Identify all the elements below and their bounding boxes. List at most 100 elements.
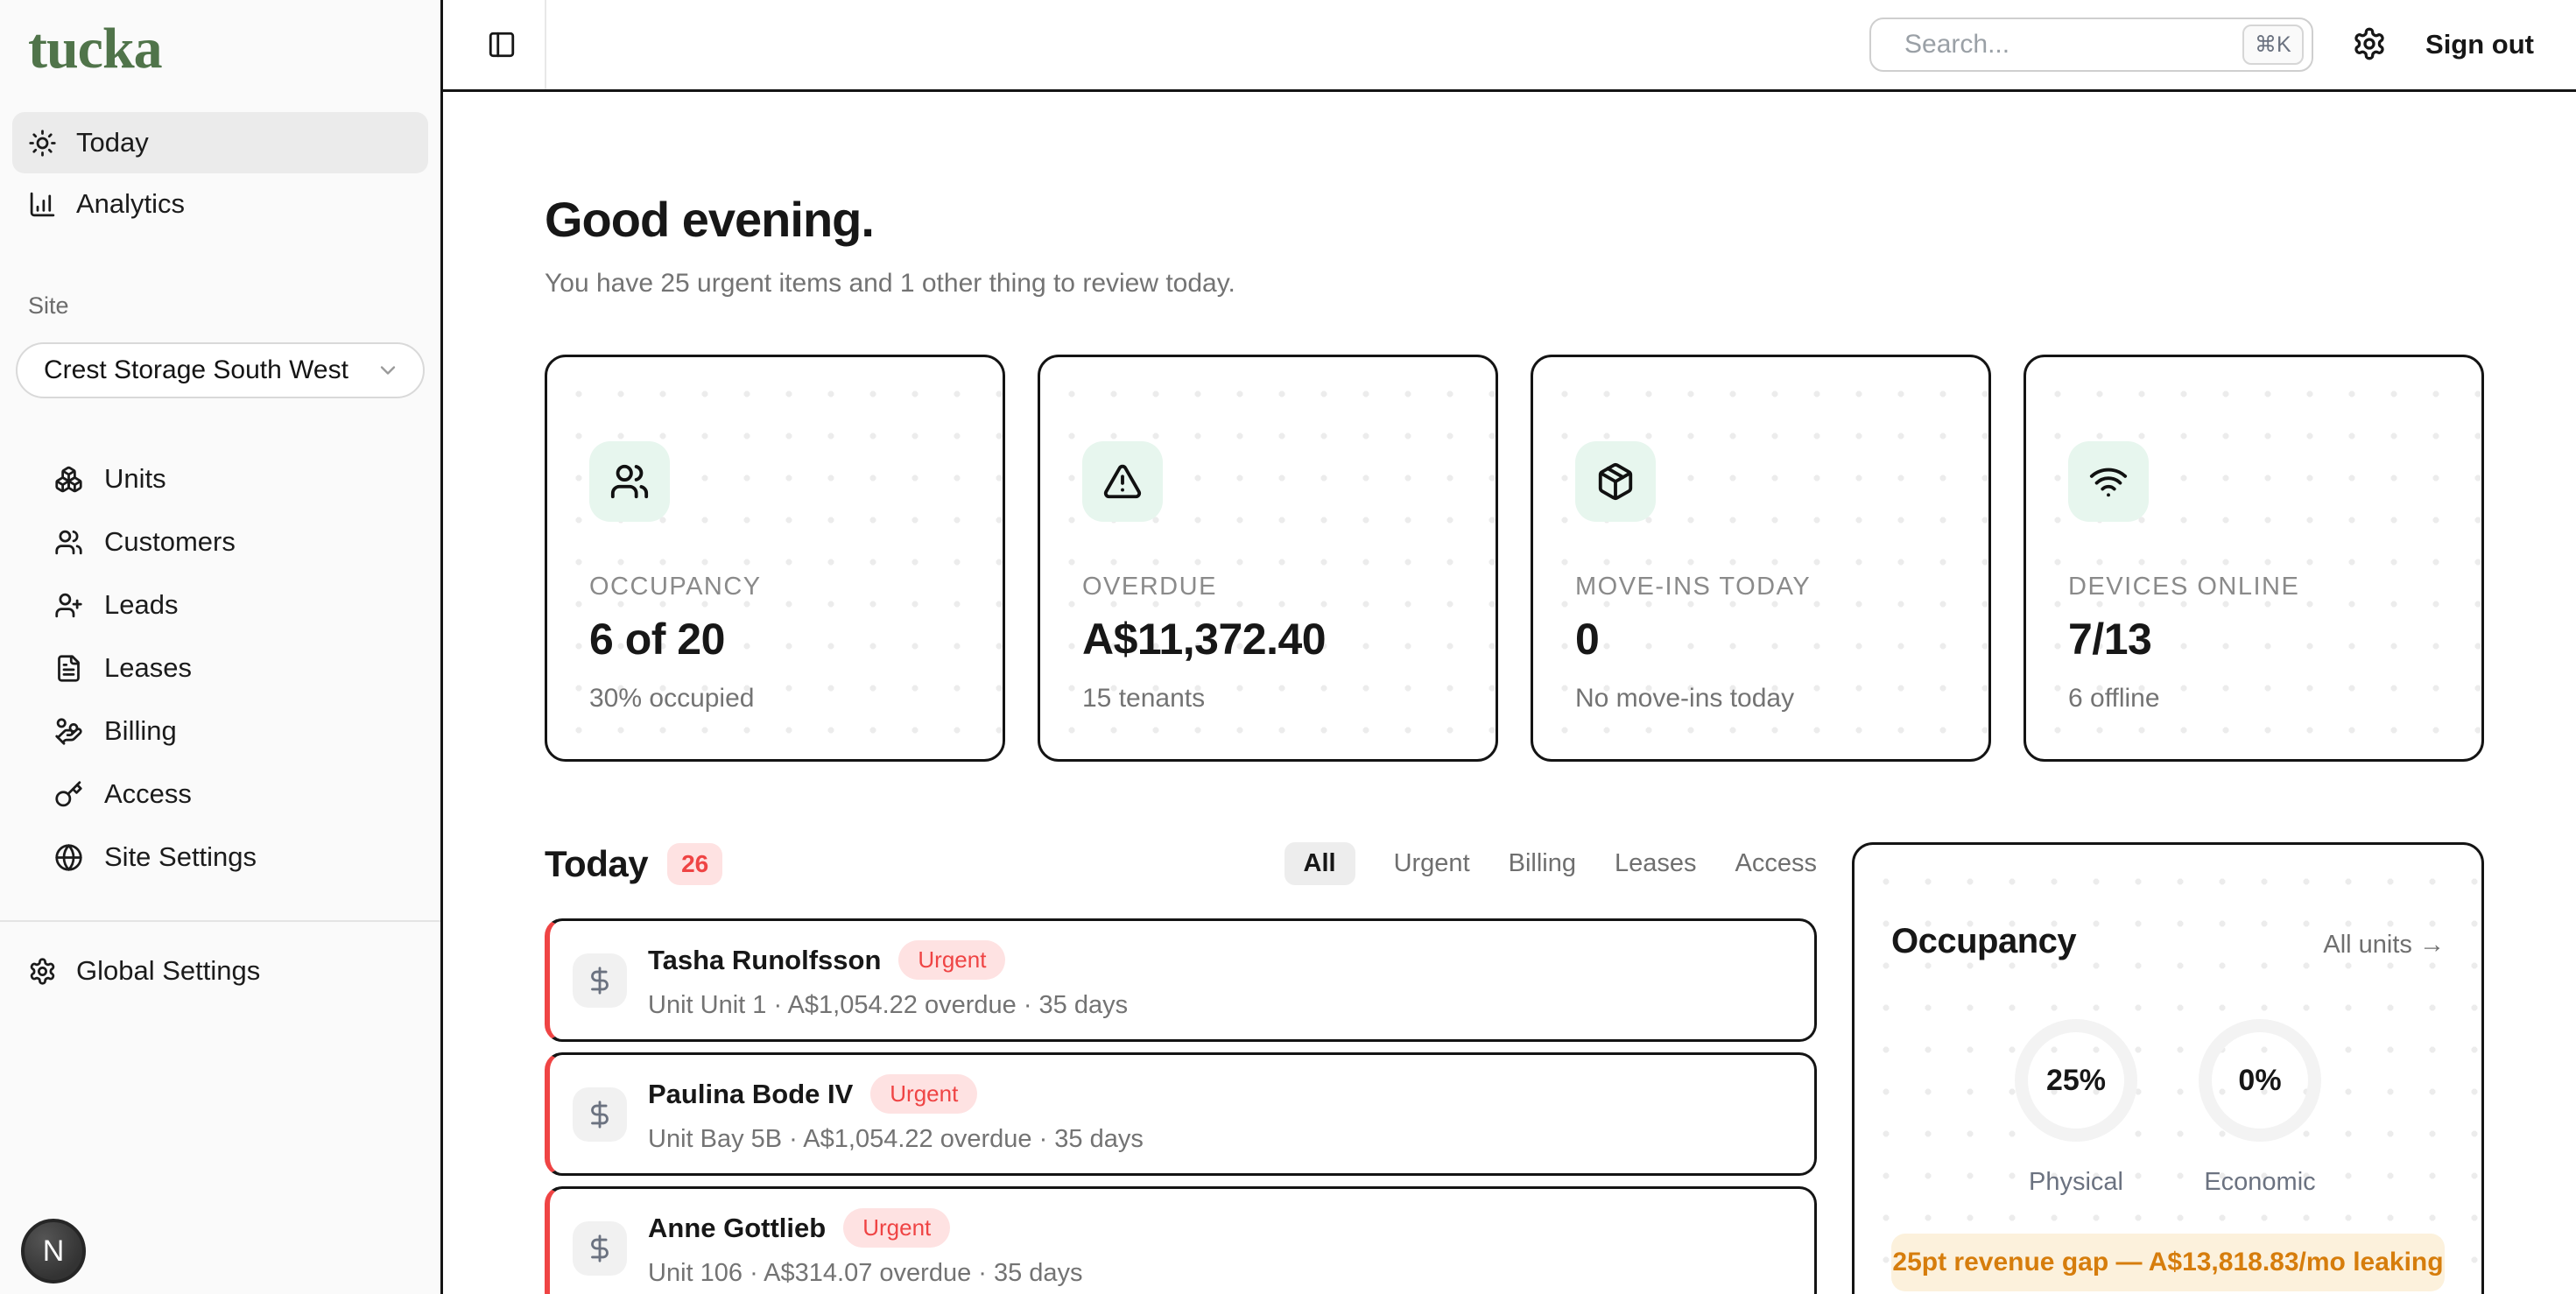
topbar-divider xyxy=(545,0,546,89)
sun-icon xyxy=(28,129,57,158)
ring-value: 0% xyxy=(2238,1064,2281,1098)
boxes-icon xyxy=(54,465,83,494)
search-shortcut-badge: ⌘K xyxy=(2242,25,2304,65)
sidebar-item-units[interactable]: Units xyxy=(12,447,428,510)
ring-label: Economic xyxy=(2204,1168,2315,1197)
stat-label: DEVICES ONLINE xyxy=(2068,573,2481,601)
sidebar-item-label: Access xyxy=(104,778,192,810)
ring-economic: 0% Economic xyxy=(2199,1019,2321,1197)
urgent-badge: Urgent xyxy=(898,940,1005,980)
ring-gauge: 25% xyxy=(2015,1019,2137,1142)
search-input[interactable] xyxy=(1904,30,2242,60)
sidebar-item-leads[interactable]: Leads xyxy=(12,573,428,636)
filter-tab-all[interactable]: All xyxy=(1284,842,1355,885)
site-select-value: Crest Storage South West xyxy=(44,355,348,385)
stat-cards-row: OCCUPANCY 6 of 20 30% occupied OVERDUE A… xyxy=(545,355,2484,762)
site-section-label: Site xyxy=(28,292,428,320)
task-list: Tasha Runolfsson Urgent Unit Unit 1 · A$… xyxy=(545,918,1817,1294)
sidebar-item-label: Site Settings xyxy=(104,841,257,873)
ring-value: 25% xyxy=(2046,1064,2106,1098)
all-units-link[interactable]: All units → xyxy=(2323,931,2445,960)
sidebar-item-label: Leases xyxy=(104,652,192,684)
sidebar-item-billing[interactable]: Billing xyxy=(12,700,428,763)
users-icon xyxy=(54,528,83,557)
task-name: Anne Gottlieb xyxy=(648,1213,826,1244)
ring-physical: 25% Physical xyxy=(2015,1019,2137,1197)
stat-sub: 6 offline xyxy=(2068,684,2481,714)
sidebar-item-label: Customers xyxy=(104,526,236,558)
user-block: N dev-f2824265@example.com xyxy=(21,1219,330,1294)
dollar-sign-icon xyxy=(573,953,627,1008)
sidebar-item-label: Billing xyxy=(104,715,177,747)
stat-card-occupancy: OCCUPANCY 6 of 20 30% occupied xyxy=(545,355,1005,762)
task-meta: Unit Unit 1 · A$1,054.22 overdue · 35 da… xyxy=(648,991,1128,1020)
file-text-icon xyxy=(54,654,83,683)
bar-chart-icon xyxy=(28,190,57,219)
task-item[interactable]: Anne Gottlieb Urgent Unit 106 · A$314.07… xyxy=(545,1186,1817,1294)
hand-coins-icon xyxy=(54,717,83,746)
sidebar: tucka Today Analytics Site Crest Storage… xyxy=(0,0,443,1294)
main-area: ⌘K Sign out Good evening. You have 25 ur… xyxy=(443,0,2576,1294)
filter-tab-access[interactable]: Access xyxy=(1735,849,1817,878)
globe-icon xyxy=(54,843,83,872)
sidebar-item-today[interactable]: Today xyxy=(12,112,428,173)
sidebar-item-analytics[interactable]: Analytics xyxy=(12,173,428,235)
filter-tab-billing[interactable]: Billing xyxy=(1509,849,1576,878)
occupancy-panel: Occupancy All units → 25% Physical 0 xyxy=(1852,842,2484,1294)
ring-label: Physical xyxy=(2029,1168,2123,1197)
task-name: Tasha Runolfsson xyxy=(648,945,881,976)
sidebar-item-access[interactable]: Access xyxy=(12,763,428,826)
task-meta: Unit 106 · A$314.07 overdue · 35 days xyxy=(648,1259,1083,1288)
stat-label: OCCUPANCY xyxy=(589,573,1003,601)
stat-card-overdue: OVERDUE A$11,372.40 15 tenants xyxy=(1038,355,1498,762)
sidebar-divider xyxy=(0,920,440,922)
today-filters: All Urgent Billing Leases Access xyxy=(1284,842,1817,885)
stat-value: 6 of 20 xyxy=(589,614,1003,665)
chevron-down-icon xyxy=(376,358,400,383)
filter-tab-urgent[interactable]: Urgent xyxy=(1394,849,1470,878)
site-nav: Units Customers Leads Leases Billing Acc… xyxy=(12,447,428,889)
stat-label: OVERDUE xyxy=(1082,573,1496,601)
search-box[interactable]: ⌘K xyxy=(1869,18,2313,72)
key-icon xyxy=(54,780,83,809)
sidebar-item-label: Global Settings xyxy=(76,955,260,987)
filter-tab-leases[interactable]: Leases xyxy=(1615,849,1697,878)
sidebar-toggle-button[interactable] xyxy=(485,28,518,61)
today-section: Today 26 All Urgent Billing Leases Acces… xyxy=(545,842,1817,1294)
greeting-subtitle: You have 25 urgent items and 1 other thi… xyxy=(545,269,2484,299)
user-avatar[interactable]: N xyxy=(21,1219,86,1283)
wifi-icon xyxy=(2068,441,2149,522)
sidebar-item-leases[interactable]: Leases xyxy=(12,636,428,700)
panel-left-icon xyxy=(487,30,517,60)
stat-label: MOVE-INS TODAY xyxy=(1575,573,1988,601)
user-plus-icon xyxy=(54,591,83,620)
package-icon xyxy=(1575,441,1656,522)
sidebar-item-label: Units xyxy=(104,463,166,495)
stat-sub: 30% occupied xyxy=(589,684,1003,714)
ring-gauge: 0% xyxy=(2199,1019,2321,1142)
sidebar-item-customers[interactable]: Customers xyxy=(12,510,428,573)
urgent-badge: Urgent xyxy=(870,1074,977,1114)
stat-value: 7/13 xyxy=(2068,614,2481,665)
task-item[interactable]: Paulina Bode IV Urgent Unit Bay 5B · A$1… xyxy=(545,1052,1817,1176)
stat-card-move-ins: MOVE-INS TODAY 0 No move-ins today xyxy=(1531,355,1991,762)
urgent-badge: Urgent xyxy=(843,1208,950,1248)
site-select[interactable]: Crest Storage South West xyxy=(16,342,425,398)
sidebar-item-label: Analytics xyxy=(76,188,185,220)
stat-sub: 15 tenants xyxy=(1082,684,1496,714)
sign-out-button[interactable]: Sign out xyxy=(2425,29,2534,60)
stat-card-devices: DEVICES ONLINE 7/13 6 offline xyxy=(2023,355,2484,762)
sidebar-item-label: Leads xyxy=(104,589,178,621)
sidebar-item-site-settings[interactable]: Site Settings xyxy=(12,826,428,889)
today-title: Today xyxy=(545,843,648,885)
topbar: ⌘K Sign out xyxy=(443,0,2576,92)
sidebar-item-global-settings[interactable]: Global Settings xyxy=(12,939,428,1002)
stat-value: 0 xyxy=(1575,614,1988,665)
task-item[interactable]: Tasha Runolfsson Urgent Unit Unit 1 · A$… xyxy=(545,918,1817,1042)
greeting-title: Good evening. xyxy=(545,191,2484,248)
settings-button[interactable] xyxy=(2352,26,2389,63)
today-count-badge: 26 xyxy=(667,843,722,885)
sidebar-item-label: Today xyxy=(76,127,149,158)
revenue-gap-alert: 25pt revenue gap — A$13,818.83/mo leakin… xyxy=(1891,1234,2445,1291)
app-window: tucka Today Analytics Site Crest Storage… xyxy=(0,0,2576,1294)
